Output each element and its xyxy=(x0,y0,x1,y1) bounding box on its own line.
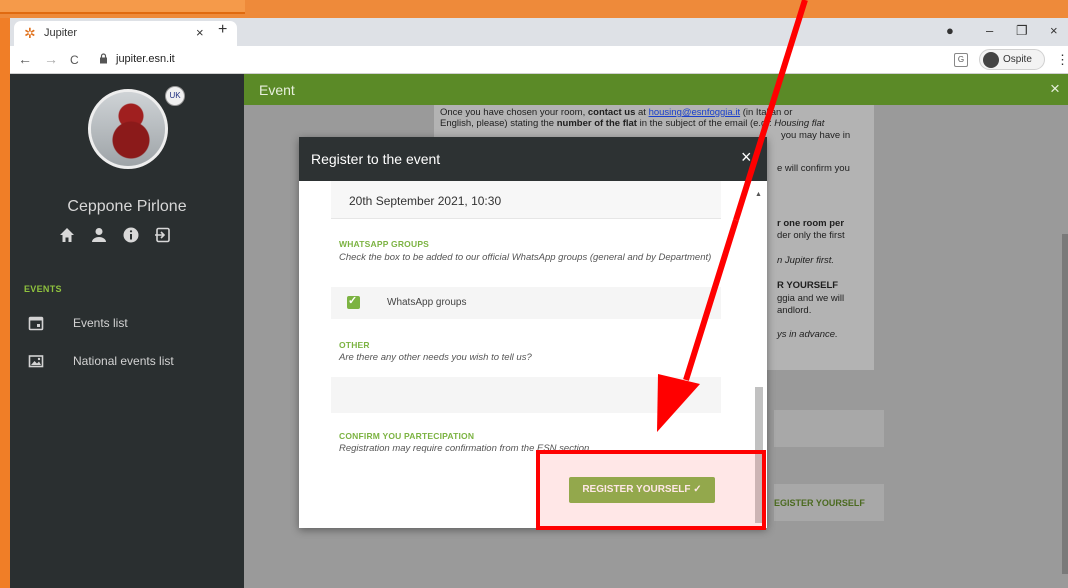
maximize-button[interactable]: ❐ xyxy=(1016,23,1028,39)
tab-title: Jupiter xyxy=(44,27,78,39)
other-needs-textarea[interactable] xyxy=(331,377,721,413)
image-icon xyxy=(28,355,44,368)
sidebar-item-events-list[interactable]: Events list xyxy=(10,310,244,338)
sidebar: UK Ceppone Pirlone EVENTS Events list Na… xyxy=(10,74,244,588)
lock-icon xyxy=(100,53,107,64)
modal-header: Register to the event × xyxy=(299,137,767,181)
sidebar-item-label: Events list xyxy=(73,316,128,330)
bg-line-6: der only the first xyxy=(777,230,845,241)
bg-line-7: n Jupiter first. xyxy=(777,255,835,266)
whatsapp-checkbox-label: WhatsApp groups xyxy=(387,297,467,308)
profile-label: Ospite xyxy=(1003,54,1032,65)
whatsapp-section-label: WHATSAPP GROUPS xyxy=(339,239,430,249)
whatsapp-checkbox[interactable] xyxy=(347,294,360,309)
profile-avatar-icon xyxy=(983,52,999,68)
address-bar: ← → C jupiter.esn.it G Ospite ⋮ xyxy=(10,46,1068,74)
reload-button[interactable]: C xyxy=(70,53,79,67)
modal-close-icon[interactable]: × xyxy=(741,147,752,168)
event-date: 20th September 2021, 10:30 xyxy=(349,194,502,208)
bg-line-8: R YOURSELF xyxy=(777,280,839,291)
bg-line-10: andlord. xyxy=(777,305,812,316)
home-icon[interactable] xyxy=(58,226,76,244)
jupiter-favicon-icon: ✲ xyxy=(24,25,36,41)
annotation-highlight-box xyxy=(536,450,766,530)
forward-button[interactable]: → xyxy=(44,51,58,67)
scroll-up-icon[interactable]: ▲ xyxy=(755,191,762,198)
other-section-label: OTHER xyxy=(339,340,370,350)
bg-line-11: ys in advance. xyxy=(777,329,838,340)
url-input[interactable]: jupiter.esn.it xyxy=(116,53,175,65)
browser-menu-icon[interactable]: ⋮ xyxy=(1056,52,1068,68)
bg-card xyxy=(774,410,884,447)
person-icon[interactable] xyxy=(90,226,108,244)
sidebar-item-national-events-list[interactable]: National events list xyxy=(10,348,244,376)
username: Ceppone Pirlone xyxy=(67,198,187,215)
bg-line-3: you may have in xyxy=(781,130,851,141)
event-date-field: 20th September 2021, 10:30 xyxy=(331,181,721,219)
bg-line-5: r one room per xyxy=(777,218,845,229)
top-orange-strip xyxy=(0,0,1068,18)
logout-icon[interactable] xyxy=(154,226,172,244)
minimize-button[interactable]: – xyxy=(986,23,993,38)
translate-icon[interactable]: G xyxy=(954,53,968,67)
browser-tab[interactable]: ✲ Jupiter × xyxy=(14,21,237,46)
event-header: Event × xyxy=(244,74,1068,105)
tab-bar: ✲ Jupiter × + ● – ❐ × xyxy=(10,18,1068,46)
close-event-icon[interactable]: × xyxy=(1050,79,1060,99)
sidebar-item-label: National events list xyxy=(73,354,174,368)
whatsapp-checkbox-row[interactable]: WhatsApp groups xyxy=(331,287,721,319)
profile-button[interactable]: Ospite xyxy=(979,49,1045,70)
bg-line-1: Once you have chosen your room, contact … xyxy=(440,107,793,118)
bg-line-2: English, please) stating the number of t… xyxy=(440,118,825,129)
new-tab-button[interactable]: + xyxy=(218,21,227,39)
language-flag-icon[interactable]: UK xyxy=(165,86,185,106)
main-scrollbar[interactable] xyxy=(1062,234,1068,574)
bg-line-4: e will confirm you xyxy=(777,163,850,174)
whatsapp-section-desc: Check the box to be added to our officia… xyxy=(339,252,712,263)
back-button[interactable]: ← xyxy=(18,51,32,67)
calendar-icon xyxy=(28,316,44,331)
profile-dot-icon[interactable]: ● xyxy=(946,23,954,38)
events-section-label: EVENTS xyxy=(24,284,62,294)
other-section-desc: Are there any other needs you wish to te… xyxy=(339,352,532,363)
tab-close-icon[interactable]: × xyxy=(196,25,204,40)
info-icon[interactable] xyxy=(122,226,140,244)
user-avatar[interactable] xyxy=(88,89,168,169)
page-title: Event xyxy=(259,82,295,98)
modal-title: Register to the event xyxy=(311,151,441,167)
confirm-section-label: CONFIRM YOU PARTECIPATION xyxy=(339,431,475,441)
bg-register-button[interactable]: EGISTER YOURSELF xyxy=(774,498,865,508)
window-close-button[interactable]: × xyxy=(1050,23,1058,38)
bg-line-9: ggia and we will xyxy=(777,293,845,304)
